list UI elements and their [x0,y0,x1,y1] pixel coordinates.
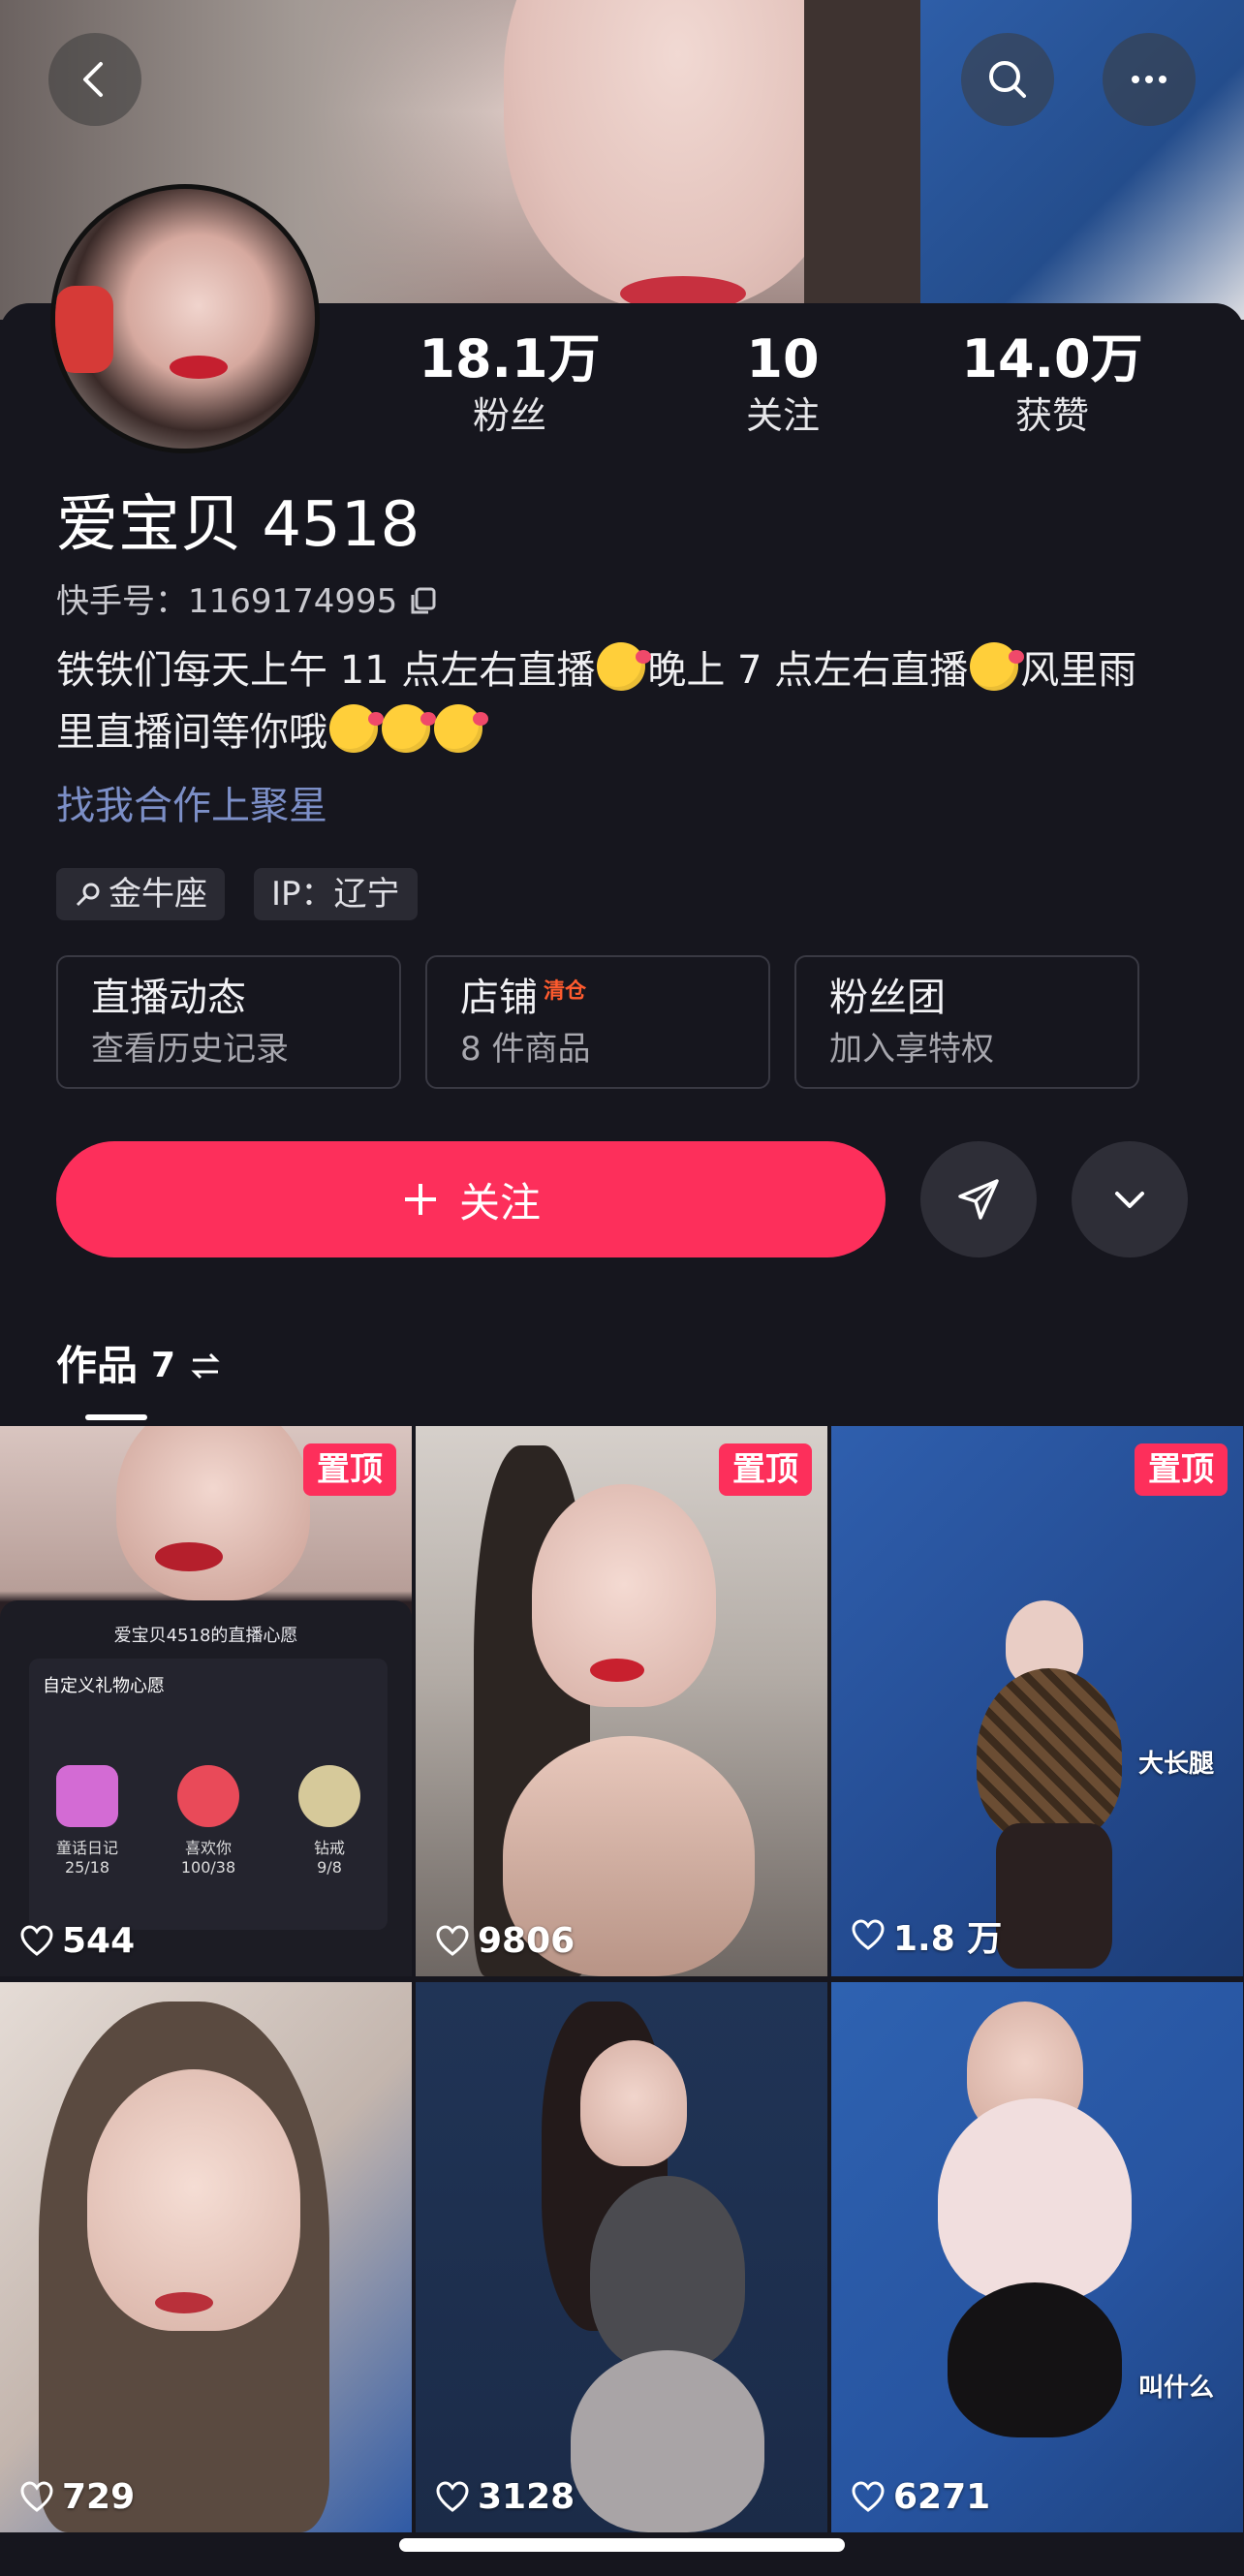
smiling-hearts-emoji-icon [597,642,652,691]
video-tile[interactable]: 置顶 9806 [416,1426,827,1976]
gift-item: 钻戒 9/8 [281,1765,378,1877]
send-icon [958,1179,999,1220]
card-fan-club[interactable]: 粉丝团 加入享特权 [794,955,1139,1089]
search-icon [989,61,1026,98]
home-indicator[interactable] [399,2538,845,2552]
back-button[interactable] [48,33,141,126]
kiss-emoji-icon [382,704,436,753]
more-dots-icon [1132,76,1166,83]
video-likes: 1.8 万 [851,1910,1002,1961]
more-actions-button[interactable] [1072,1141,1188,1257]
video-caption: 大长腿 [1137,1750,1214,1779]
bio-text-2: 晚上 7 点左右直播 [647,648,969,693]
avatar[interactable] [50,184,320,453]
pinned-badge: 置顶 [303,1443,396,1496]
card-shop[interactable]: 店铺 清仓 8 件商品 [425,955,770,1089]
kiss-emoji-icon [329,704,384,753]
stat-following-value: 10 [746,328,820,389]
tag-ip: IP：辽宁 [254,868,418,920]
tag-zodiac: 金牛座 [56,868,225,920]
heart-icon [436,2480,469,2512]
video-likes: 544 [19,1921,135,1961]
heart-icon [436,1924,469,1956]
card-live-title: 直播动态 [91,976,246,1020]
zodiac-icon [76,883,100,907]
stat-fans-value: 18.1万 [419,328,601,389]
more-button[interactable] [1103,33,1196,126]
follow-label: 关注 [458,1178,541,1226]
stat-likes-label: 获赞 [1014,394,1089,437]
tag-zodiac-label: 金牛座 [109,875,207,914]
card-shop-sub: 8 件商品 [460,1030,591,1069]
video-likes: 9806 [435,1921,575,1961]
bio-text-3: 风里雨 [1020,648,1137,693]
tag-ip-label: IP：辽宁 [271,875,400,914]
tab-works[interactable]: 作品 7 [56,1337,222,1395]
video-tile[interactable]: 叫什么 6271 [831,1982,1243,2532]
gift-item: 喜欢你 100/38 [160,1765,257,1877]
profile-name: 爱宝贝 4518 [56,489,420,561]
stat-fans[interactable]: 18.1万 粉丝 [393,327,626,440]
heart-icon [20,2480,53,2512]
tab-works-count: 7 [151,1346,176,1385]
wish-panel-title: 爱宝贝4518的直播心愿 [113,1626,298,1646]
card-fan-title: 粉丝团 [829,976,946,1020]
video-tile[interactable]: 置顶 大长腿 1.8 万 [831,1426,1243,1976]
sort-switch-icon[interactable] [189,1350,222,1382]
chevron-down-icon [1115,1192,1144,1208]
pinned-badge: 置顶 [1135,1443,1228,1496]
video-tile[interactable]: 729 [0,1982,412,2532]
card-live-history[interactable]: 直播动态 查看历史记录 [56,955,401,1089]
gift-item: 童话日记 25/18 [39,1765,136,1877]
collab-link[interactable]: 找我合作上聚星 [56,777,327,835]
bio-text-4: 里直播间等你哦 [56,710,327,755]
back-arrow-icon [83,62,103,97]
share-button[interactable] [920,1141,1037,1257]
heart-icon [852,1919,885,1950]
video-tile[interactable]: 3128 [416,1982,827,2532]
card-shop-title: 店铺 [460,976,538,1020]
stat-following[interactable]: 10 关注 [667,327,899,440]
heart-icon [852,2480,885,2512]
profile-bio: 铁铁们每天上午 11 点左右直播 晚上 7 点左右直播 风里雨 里直播间等你哦 [56,639,1199,763]
stat-following-label: 关注 [745,394,820,437]
follow-button[interactable]: 关注 [56,1141,886,1257]
video-likes: 6271 [851,2477,990,2517]
tab-indicator [85,1414,147,1420]
kiss-emoji-icon [434,704,488,753]
video-tile[interactable]: 爱宝贝4518的直播心愿 自定义礼物心愿 童话日记 25/18 喜欢你 100/… [0,1426,412,1976]
card-shop-badge: 清仓 [544,979,587,1004]
card-live-sub: 查看历史记录 [91,1030,289,1069]
kuaishou-id[interactable]: 快手号：1169174995 [56,577,440,626]
card-fan-sub: 加入享特权 [829,1030,994,1069]
copy-icon[interactable] [407,585,440,618]
wish-panel-subtitle: 自定义礼物心愿 [43,1676,165,1696]
video-likes: 729 [19,2477,135,2517]
stat-likes-value: 14.0万 [961,328,1143,389]
plus-icon [404,1184,436,1215]
stat-likes[interactable]: 14.0万 获赞 [936,327,1168,440]
tab-works-label: 作品 [56,1342,139,1389]
search-button[interactable] [961,33,1054,126]
smiling-hearts-emoji-icon [970,642,1025,691]
video-caption: 叫什么 [1137,2374,1214,2403]
pinned-badge: 置顶 [719,1443,812,1496]
stat-fans-label: 粉丝 [472,394,546,437]
video-likes: 3128 [435,2477,575,2517]
kuaishou-id-text: 快手号：1169174995 [56,582,398,621]
bio-text-1: 铁铁们每天上午 11 点左右直播 [56,648,596,693]
heart-icon [20,1924,53,1956]
wish-panel: 爱宝贝4518的直播心愿 自定义礼物心愿 童话日记 25/18 喜欢你 100/… [0,1600,412,1976]
